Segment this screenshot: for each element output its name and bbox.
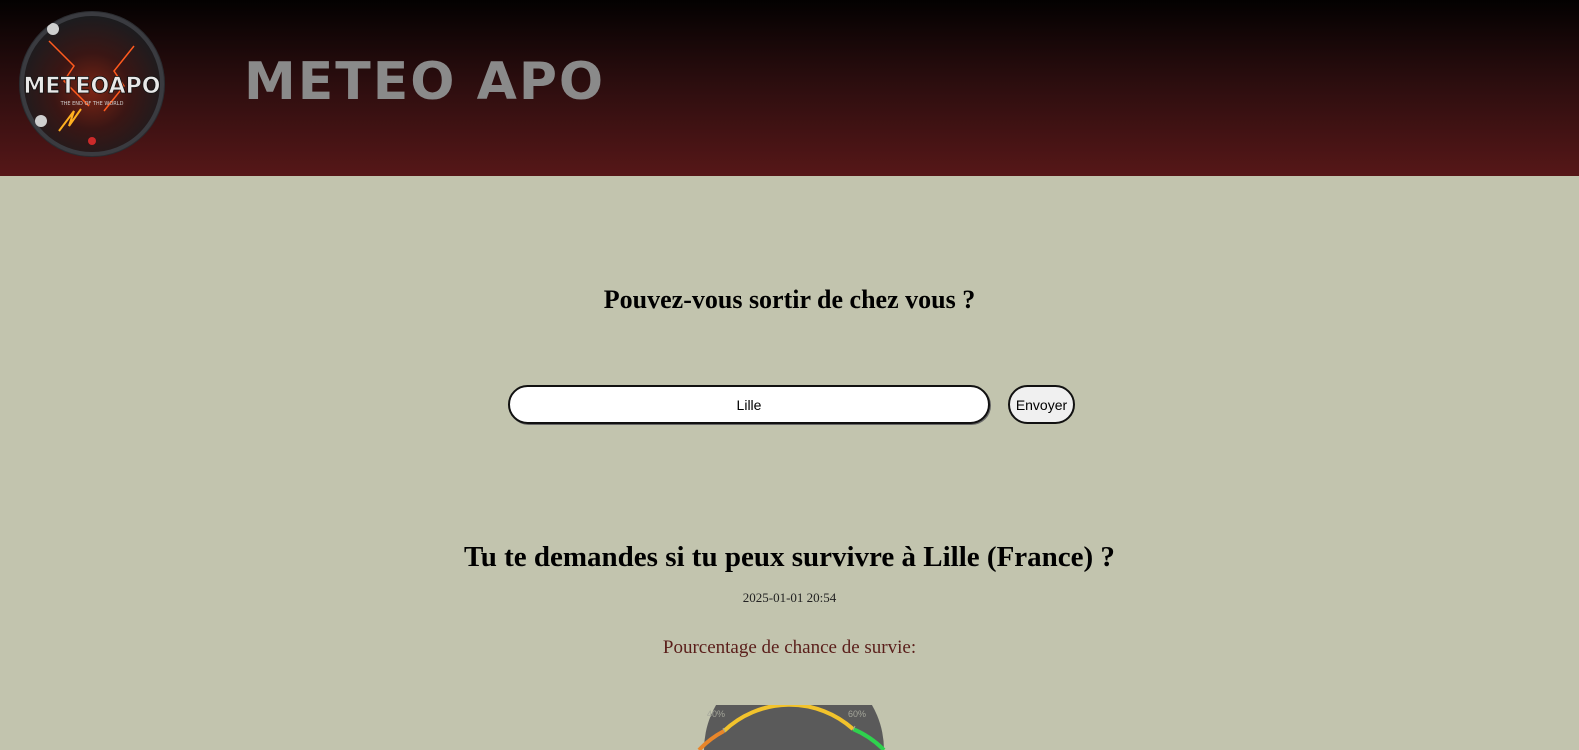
result-datetime: 2025-01-01 20:54 — [742, 590, 837, 605]
result-title: Tu te demandes si tu peux survivre à Lil… — [464, 541, 1115, 573]
gauge-tick-label-40: 40% — [707, 709, 725, 719]
logo-wordmark: METEOAPO — [24, 74, 161, 99]
site-header: METEOAPO THE END OF THE WORLD METEO APO — [0, 0, 1579, 176]
survival-label: Pourcentage de chance de survie: — [662, 637, 917, 658]
logo-tagline: THE END OF THE WORLD — [60, 101, 124, 107]
logo-artwork: METEOAPO THE END OF THE WORLD — [20, 12, 164, 156]
send-button[interactable]: Envoyer — [1008, 385, 1075, 424]
city-input[interactable] — [508, 385, 990, 424]
gauge-tick-label-60: 60% — [848, 709, 866, 719]
survival-gauge: 40% 60% — [689, 705, 899, 750]
meteoapo-logo[interactable]: METEOAPO THE END OF THE WORLD — [19, 11, 165, 157]
question-heading: Pouvez-vous sortir de chez vous ? — [603, 285, 976, 314]
site-title: METEO APO — [244, 52, 606, 112]
